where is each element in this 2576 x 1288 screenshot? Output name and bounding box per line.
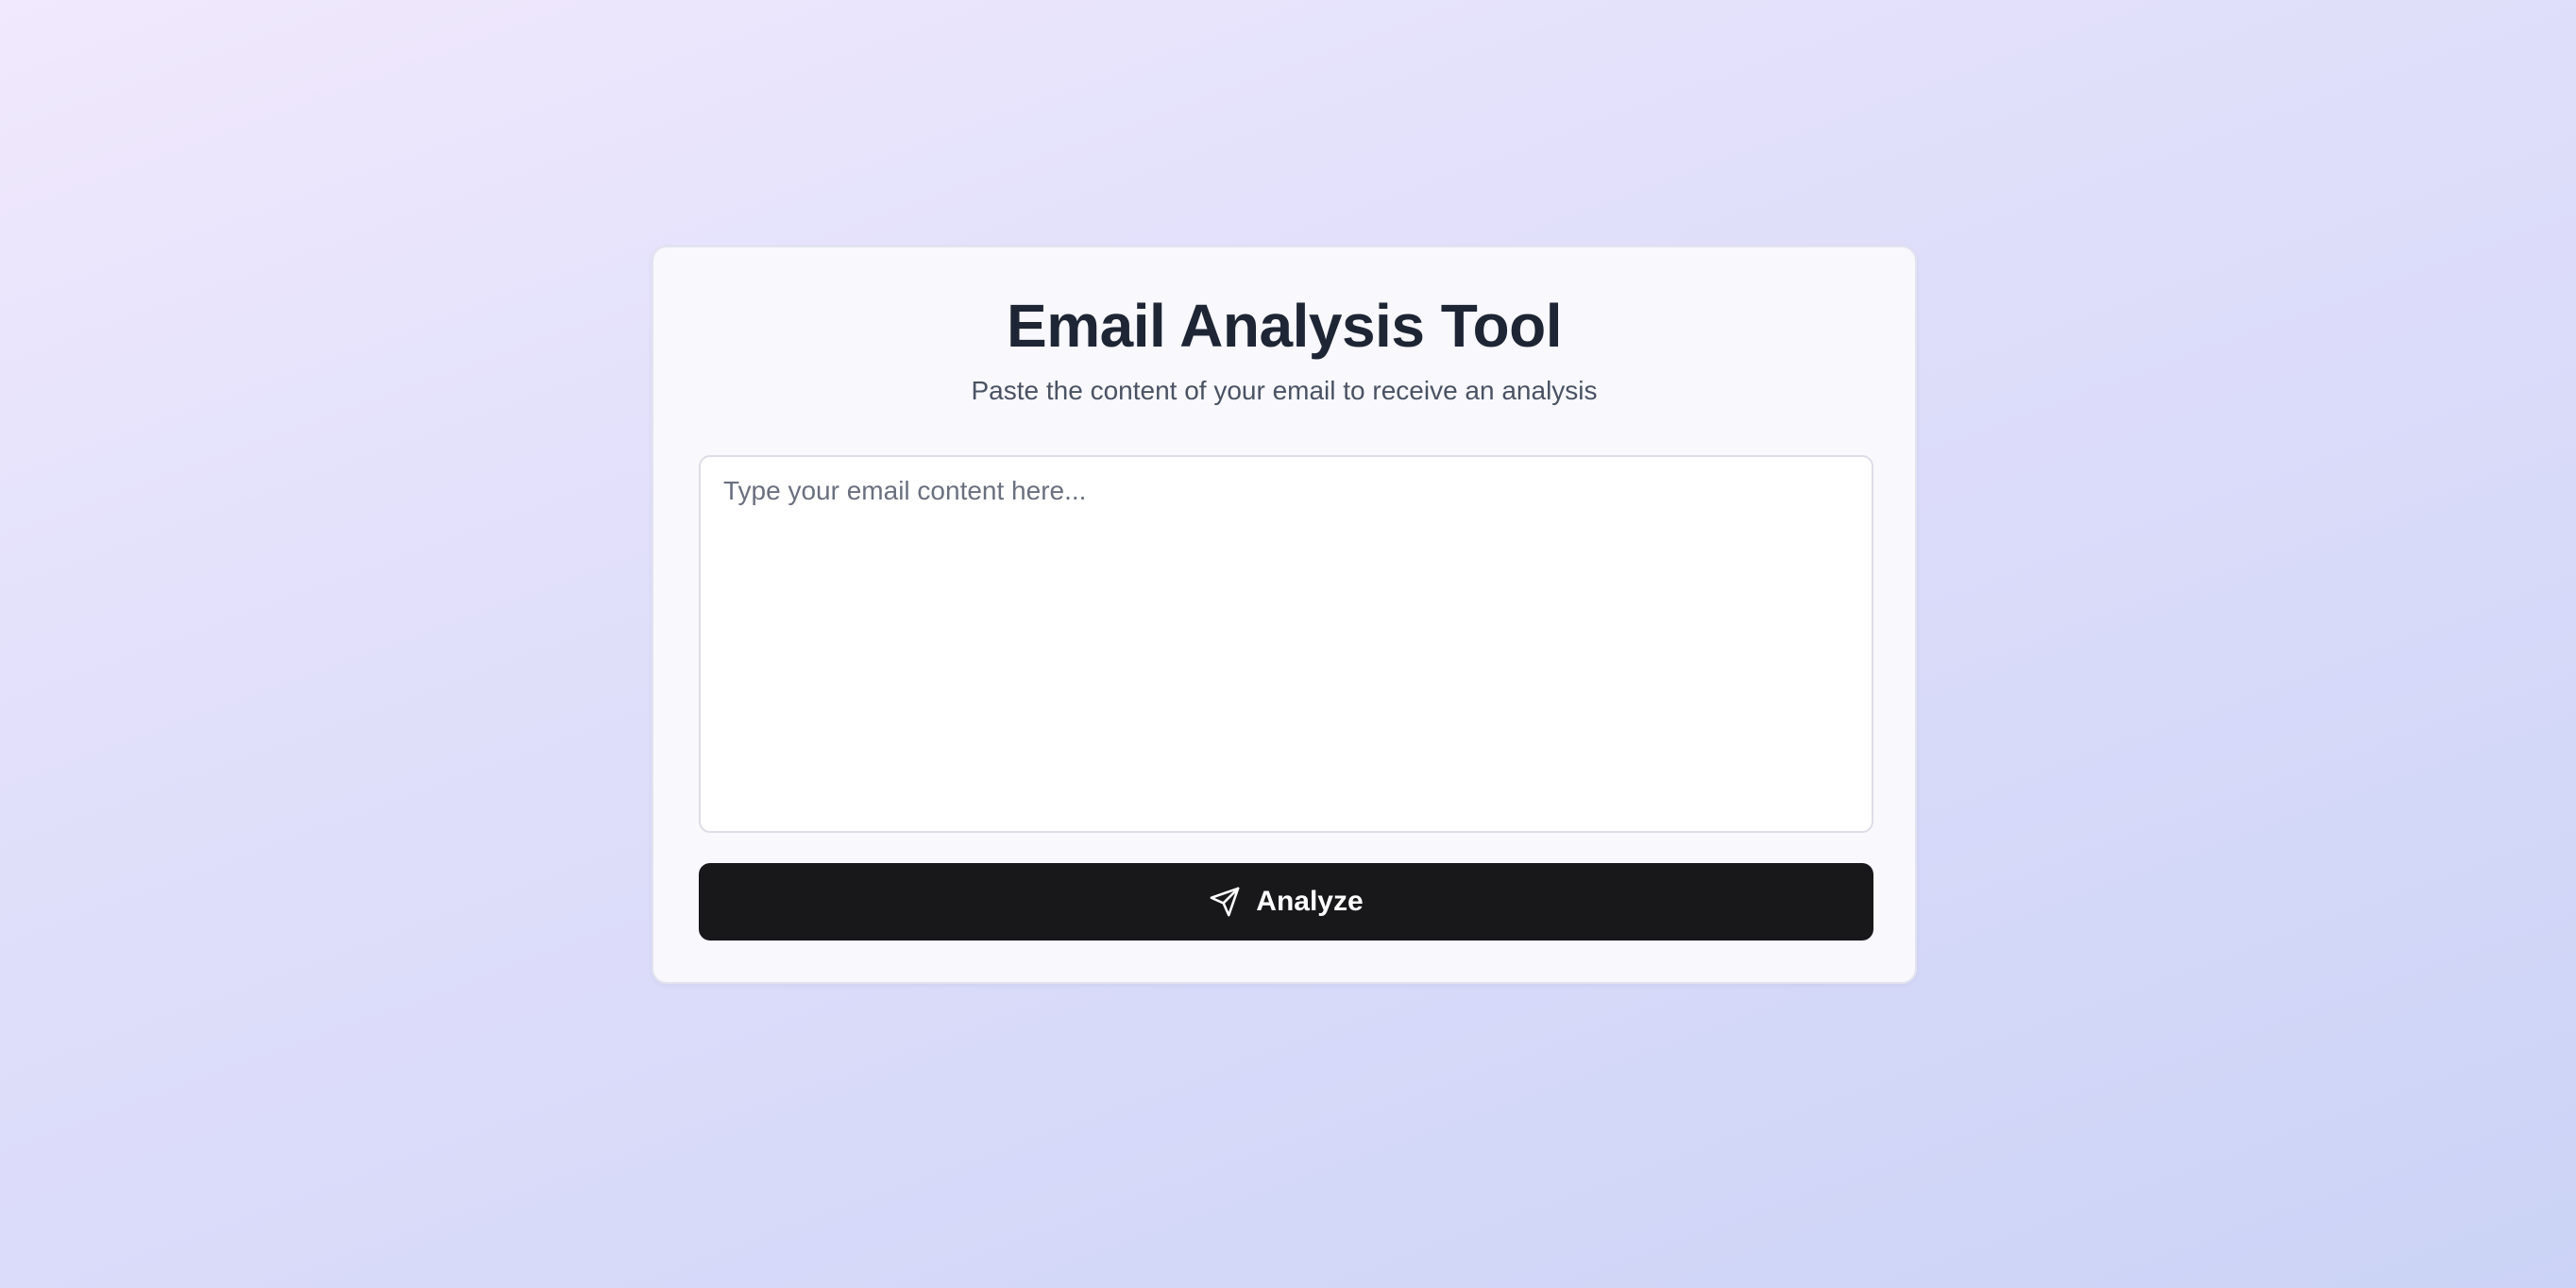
email-content-input[interactable] [699,455,1873,833]
analyze-button-label: Analyze [1256,886,1364,917]
analysis-card: Email Analysis Tool Paste the content of… [652,246,1917,984]
send-icon [1209,886,1241,918]
page-title: Email Analysis Tool [1007,292,1563,360]
page-subtitle: Paste the content of your email to recei… [971,376,1598,405]
analyze-button[interactable]: Analyze [699,863,1873,941]
